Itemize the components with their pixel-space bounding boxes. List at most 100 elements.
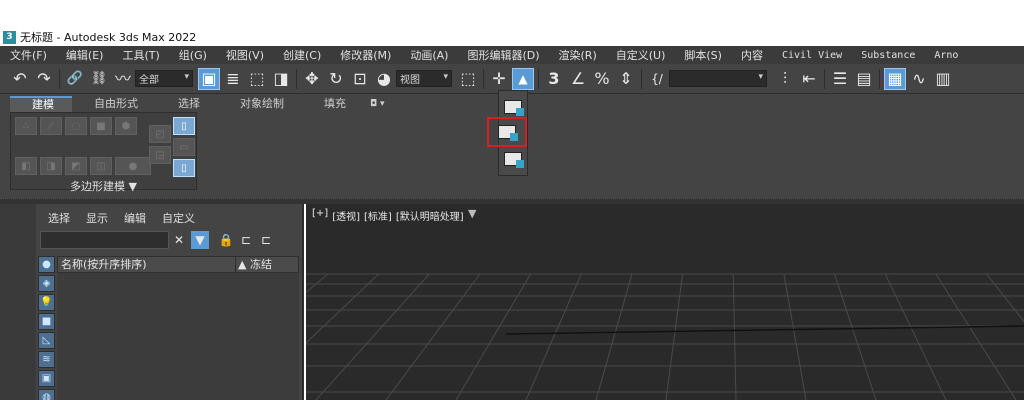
menu-views[interactable]: 视图(V) <box>216 47 273 63</box>
menu-scripting[interactable]: 脚本(S) <box>674 47 731 63</box>
clear-search-icon[interactable]: ✕ <box>170 231 188 249</box>
previous-modifier-icon[interactable]: ◰ <box>149 125 171 143</box>
viewport-shading-menu[interactable]: [默认明暗处理] <box>396 208 464 223</box>
menu-modifiers[interactable]: 修改器(M) <box>330 47 400 63</box>
menu-rendering[interactable]: 渲染(R) <box>549 47 606 63</box>
use-transform-coordinate-center-icon[interactable] <box>502 149 524 169</box>
ribbon-panel-label[interactable]: 多边形建模 ▼ <box>10 178 197 193</box>
select-and-scale-icon[interactable]: ⊡ <box>349 68 371 90</box>
named-selection-dropdown[interactable] <box>669 70 767 87</box>
display-lights-icon[interactable]: 💡 <box>38 294 55 311</box>
perspective-viewport[interactable]: [+] [透视] [标准] [默认明暗处理] ▼ <box>306 204 1024 400</box>
menu-customize[interactable]: 自定义(U) <box>606 47 675 63</box>
preview-subobj-icon[interactable]: ◩ <box>65 157 87 175</box>
align-icon[interactable]: ⇤ <box>798 68 820 90</box>
ribbon-tab-selection[interactable]: 选择 <box>156 96 218 112</box>
angle-snap-icon[interactable]: ∠ <box>567 68 589 90</box>
use-pivot-point-center-icon[interactable] <box>502 97 524 117</box>
ribbon-tab-populate[interactable]: 填充 <box>302 96 364 112</box>
select-and-place-icon[interactable]: ◕ <box>373 68 395 90</box>
show-end-result-icon[interactable]: ▯ <box>173 117 195 135</box>
ribbon-options-icon[interactable]: ◘ ▾ <box>364 96 391 112</box>
menu-civil-view[interactable]: Civil View <box>772 50 851 61</box>
next-modifier-icon[interactable]: ◲ <box>149 146 171 164</box>
bind-to-space-warp-icon[interactable]: 〰 <box>112 68 134 90</box>
select-and-link-icon[interactable]: 🔗 <box>64 68 86 90</box>
column-name[interactable]: 名称(按升序排序) <box>58 257 236 272</box>
ribbon-tab-object-paint[interactable]: 对象绘制 <box>218 96 302 112</box>
display-geometry-icon[interactable]: ● <box>38 256 55 273</box>
select-and-rotate-icon[interactable]: ↻ <box>325 68 347 90</box>
mirror-icon[interactable]: ⫶ <box>774 68 796 90</box>
menu-substance[interactable]: Substance <box>851 50 924 61</box>
keyboard-shortcut-override-icon[interactable]: ▲ <box>512 67 534 90</box>
menu-animation[interactable]: 动画(A) <box>400 47 457 63</box>
viewport-general-menu[interactable]: [+] <box>312 208 328 223</box>
preview-off-icon[interactable]: ◨ <box>40 157 62 175</box>
hierarchy-icon[interactable]: ⊏ <box>237 231 255 249</box>
display-cameras-icon[interactable]: ■ <box>38 313 55 330</box>
explorer-search-input[interactable] <box>40 231 169 249</box>
modify-mode-icon[interactable]: ◧ <box>15 157 37 175</box>
display-shapes-icon[interactable]: ◈ <box>38 275 55 292</box>
spinner-snap-icon[interactable]: ⇕ <box>615 68 637 90</box>
display-spacewarps-icon[interactable]: ≋ <box>38 351 55 368</box>
viewport-performance-menu[interactable]: [标准] <box>364 208 392 223</box>
use-selection-center-icon[interactable] <box>487 117 527 147</box>
polygon-mode-icon[interactable]: ■ <box>90 117 112 135</box>
redo-icon[interactable]: ↷ <box>33 68 55 90</box>
ribbon-tab-freeform[interactable]: 自由形式 <box>72 96 156 112</box>
menu-file[interactable]: 文件(F) <box>0 47 56 63</box>
menu-arnold[interactable]: Arno <box>924 50 967 61</box>
explorer-object-list[interactable] <box>57 273 299 400</box>
snaps-toggle-icon[interactable]: 3 <box>543 68 565 90</box>
preview-multi-icon[interactable]: ◫ <box>90 157 112 175</box>
edge-mode-icon[interactable]: ⟋ <box>40 117 62 135</box>
explorer-menu-display[interactable]: 显示 <box>78 210 116 226</box>
column-frozen[interactable]: ▲ 冻结 <box>236 257 272 272</box>
element-mode-icon[interactable]: ⬢ <box>115 117 137 135</box>
schematic-view-icon[interactable]: ▥ <box>932 68 954 90</box>
reference-coordinate-dropdown[interactable]: 视图 <box>396 70 452 87</box>
selection-filter-dropdown[interactable]: 全部 <box>135 70 193 87</box>
layer-explorer-icon[interactable]: ☰ <box>829 68 851 90</box>
display-groups-icon[interactable]: ▣ <box>38 370 55 387</box>
menu-group[interactable]: 组(G) <box>169 47 216 63</box>
unlink-selection-icon[interactable]: ⛓ <box>88 68 110 90</box>
select-and-move-icon[interactable]: ✥ <box>301 68 323 90</box>
lock-icon[interactable]: 🔒 <box>217 231 235 249</box>
select-manipulate-icon[interactable]: ✛ <box>488 68 510 90</box>
rectangular-selection-icon[interactable]: ⬚ <box>246 68 268 90</box>
undo-icon[interactable]: ↶ <box>9 68 31 90</box>
viewport-point-of-view-menu[interactable]: [透视] <box>332 208 360 223</box>
vertex-mode-icon[interactable]: ∴ <box>15 117 37 135</box>
select-by-name-icon[interactable]: ≣ <box>222 68 244 90</box>
viewport-filter-icon[interactable]: ▼ <box>468 207 476 220</box>
edit-named-selection-icon[interactable]: {/ <box>646 68 668 90</box>
menu-tools[interactable]: 工具(T) <box>112 47 168 63</box>
percent-snap-icon[interactable]: % <box>591 68 613 90</box>
use-soft-selection-icon[interactable]: ▯ <box>173 159 195 177</box>
explorer-menu-select[interactable]: 选择 <box>40 210 78 226</box>
explorer-menu-edit[interactable]: 编辑 <box>116 210 154 226</box>
toggle-scene-explorer-icon[interactable]: ▤ <box>853 68 875 90</box>
select-object-icon[interactable]: ▣ <box>198 67 220 90</box>
collapse-stack-icon[interactable]: ▭ <box>173 138 195 156</box>
layer-hierarchy-icon[interactable]: ⊏ <box>257 231 275 249</box>
filter-icon[interactable]: ▼ <box>191 231 209 249</box>
border-mode-icon[interactable]: ◌ <box>65 117 87 135</box>
ignore-backfacing-icon[interactable]: ● <box>115 157 151 175</box>
toggle-ribbon-icon[interactable]: ▦ <box>884 67 906 90</box>
menu-edit[interactable]: 编辑(E) <box>56 47 113 63</box>
menu-content[interactable]: 内容 <box>731 47 772 63</box>
explorer-menu-customize[interactable]: 自定义 <box>154 210 203 226</box>
display-xrefs-icon[interactable]: ◍ <box>38 389 55 400</box>
pivot-point-center-icon[interactable]: ⬚ <box>457 68 479 90</box>
display-helpers-icon[interactable]: ◺ <box>38 332 55 349</box>
explorer-dock-strip <box>0 204 36 400</box>
window-crossing-icon[interactable]: ◨ <box>270 68 292 90</box>
menu-graph-editors[interactable]: 图形编辑器(D) <box>457 47 548 63</box>
menu-create[interactable]: 创建(C) <box>273 47 330 63</box>
ribbon-tab-modeling[interactable]: 建模 <box>10 96 72 112</box>
curve-editor-icon[interactable]: ∿ <box>908 68 930 90</box>
